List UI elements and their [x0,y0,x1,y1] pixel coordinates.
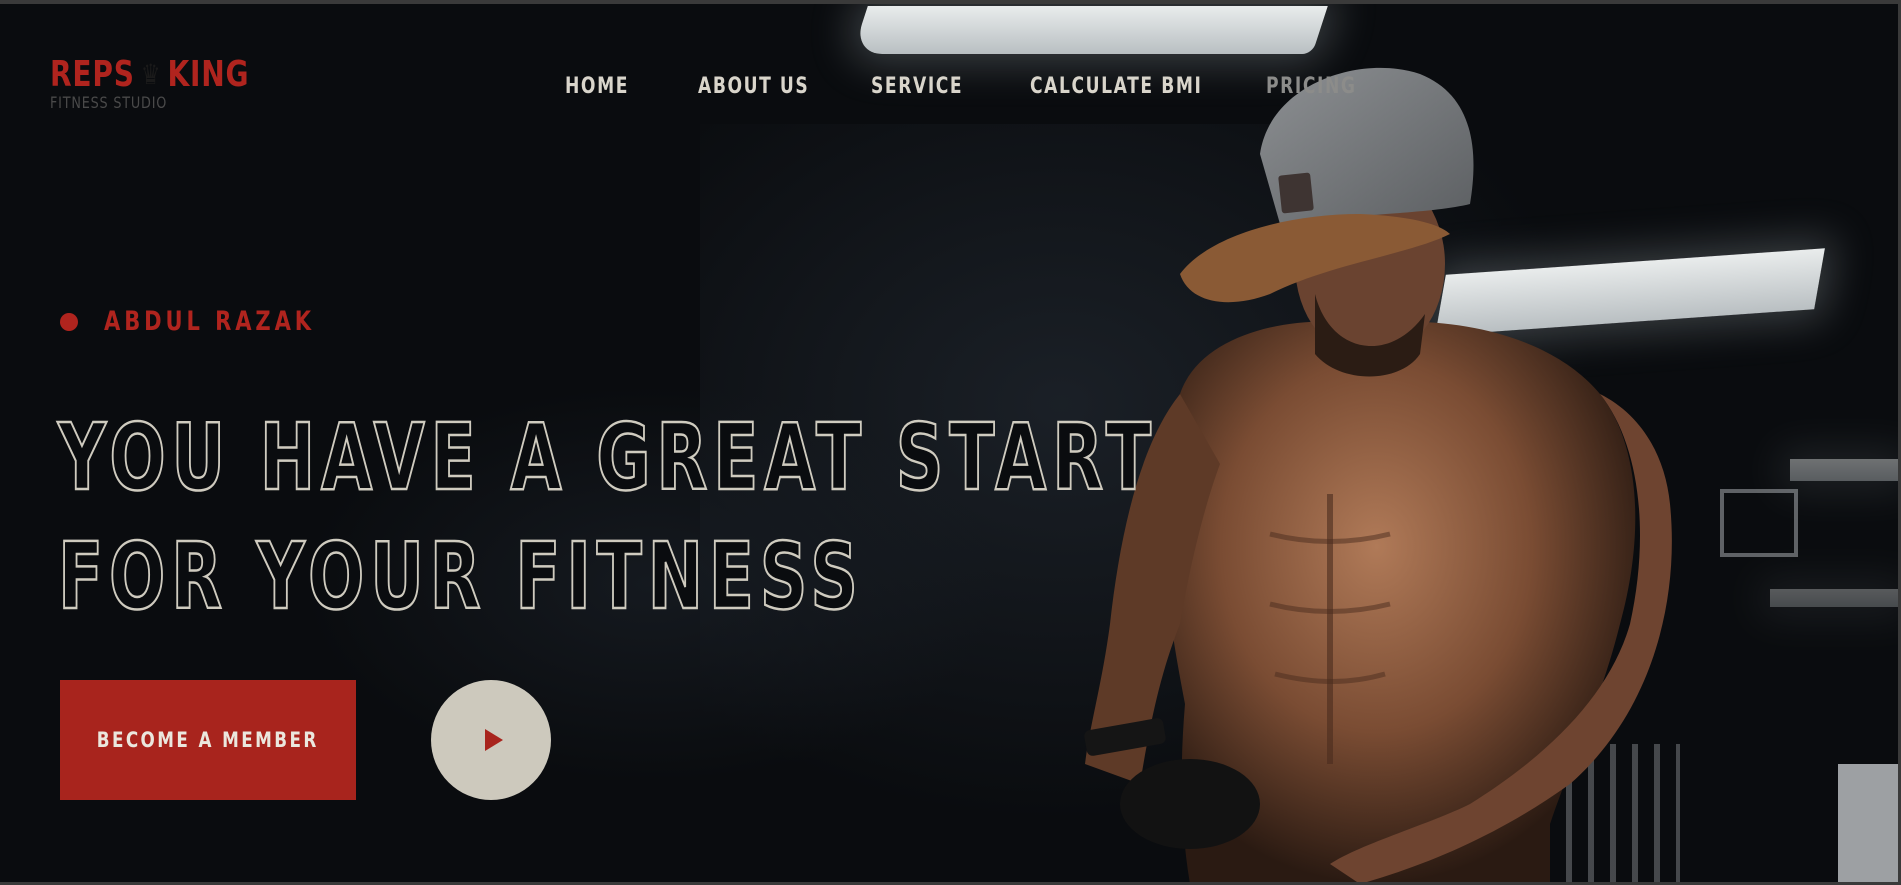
hero-kicker: ABDUL RAZAK [60,306,375,337]
play-icon [485,729,503,751]
brand-name-right: KING [167,54,250,95]
kicker-dot-icon [60,312,78,331]
wall-fixture [1720,489,1798,557]
kicker-text: ABDUL RAZAK [104,306,315,337]
brand-tagline: FITNESS STUDIO [50,93,168,112]
brand-name-left: REPS [50,54,135,95]
ceiling-light [852,6,1328,54]
nav-item-pricing[interactable]: PRICING [1266,74,1357,99]
brand-name: REPS ♛ KING [50,54,249,95]
nav-item-home[interactable]: HOME [565,74,629,99]
hero-headline-line2: FOR YOUR FITNESS [57,523,864,630]
nav-item-calculate-bmi[interactable]: CALCULATE BMI [1030,74,1202,99]
hero-headline-line1: YOU HAVE A GREAT START [57,404,1157,511]
brand-logo[interactable]: REPS ♛ KING FITNESS STUDIO [50,54,306,112]
ceiling-light [1770,589,1898,607]
play-video-button[interactable] [431,680,551,800]
nav-item-service[interactable]: SERVICE [871,74,963,99]
hero-section: REPS ♛ KING FITNESS STUDIO HOME ABOUT US… [0,4,1898,882]
ceiling-light [1790,459,1898,481]
become-member-label: BECOME A MEMBER [97,728,319,752]
gym-equipment [1838,764,1898,882]
crown-kettlebell-icon: ♛ [140,57,162,91]
nav-item-about-us[interactable]: ABOUT US [698,74,809,99]
become-member-button[interactable]: BECOME A MEMBER [60,680,356,800]
